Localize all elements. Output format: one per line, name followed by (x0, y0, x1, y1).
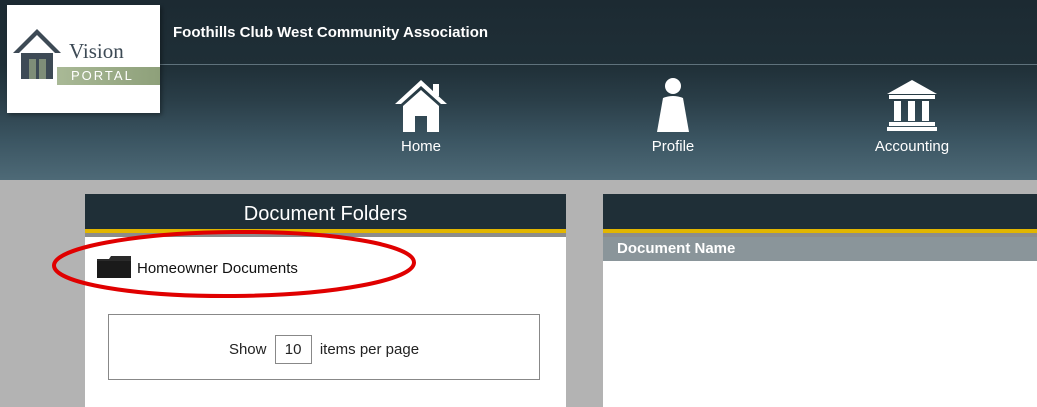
red-annotation-ellipse (52, 229, 416, 299)
home-icon (395, 80, 447, 132)
logo-vision-text: Vision (69, 39, 124, 63)
logo-portal-text: PORTAL (71, 68, 134, 83)
org-title: Foothills Club West Community Associatio… (173, 24, 489, 41)
header-divider (158, 64, 1037, 65)
nav-profile-label: Profile (651, 138, 695, 155)
nav-accounting-label: Accounting (874, 138, 950, 155)
page-size-input[interactable]: 10 (274, 335, 312, 364)
nav-home[interactable]: Home (351, 78, 491, 155)
pager: Show 10 items per page (108, 314, 540, 380)
panel-title: Document Folders (85, 194, 566, 229)
vision-portal-logo[interactable]: Vision PORTAL (7, 5, 160, 113)
nav-accounting[interactable]: Accounting (842, 78, 982, 155)
pager-suffix-label: items per page (319, 341, 420, 358)
profile-icon (657, 78, 689, 132)
documents-panel-header (603, 194, 1037, 229)
nav-profile[interactable]: Profile (603, 78, 743, 155)
bank-icon (887, 80, 937, 131)
nav-home-label: Home (400, 138, 441, 155)
logo-portal-band: PORTAL (57, 67, 160, 85)
pager-show-label: Show (228, 341, 267, 358)
column-header-document-name[interactable]: Document Name (603, 237, 1037, 261)
document-folders-panel: Document Folders Homeowner Documents Sho… (85, 194, 566, 407)
documents-panel: Document Name (603, 194, 1037, 407)
